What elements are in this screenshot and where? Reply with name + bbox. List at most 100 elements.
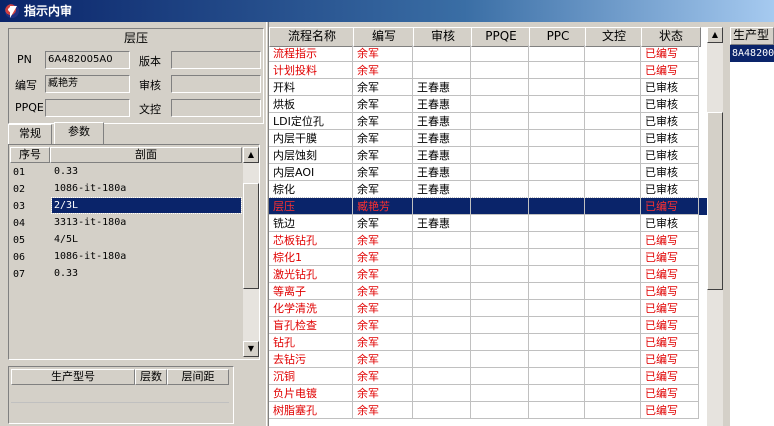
column-header-doc-control[interactable]: 文控 bbox=[585, 27, 643, 47]
table-row[interactable]: 内层AOI 余军 王春惠 已审核 bbox=[269, 164, 707, 181]
list-item[interactable]: 02 1086-it-180a bbox=[11, 181, 241, 198]
scroll-up-arrow-icon[interactable]: ▲ bbox=[243, 147, 259, 163]
table-row[interactable]: 烘板 余军 王春惠 已审核 bbox=[269, 96, 707, 113]
cell-writer: 余军 bbox=[353, 385, 413, 402]
model-table[interactable]: 生产型号 层数 层间距 bbox=[8, 366, 234, 424]
cell-reviewer: 王春惠 bbox=[413, 164, 471, 181]
cell-process-name: 计划投料 bbox=[269, 62, 353, 79]
table-row[interactable]: 计划投料 余军 已编写 bbox=[269, 62, 707, 79]
cell-ppc bbox=[529, 334, 585, 351]
scroll-down-arrow-icon[interactable]: ▼ bbox=[243, 341, 259, 357]
column-header-writer[interactable]: 编写 bbox=[353, 27, 415, 47]
cell-ppc bbox=[529, 164, 585, 181]
scroll-up-arrow-icon[interactable]: ▲ bbox=[707, 27, 723, 43]
table-row[interactable]: 盲孔检查 余军 已编写 bbox=[269, 317, 707, 334]
list-item[interactable]: 06 1086-it-180a bbox=[11, 249, 241, 266]
cell-ppqe bbox=[471, 215, 529, 232]
list-item[interactable]: 07 0.33 bbox=[11, 266, 241, 283]
column-header-ppqe[interactable]: PPQE bbox=[471, 27, 531, 47]
cell-writer: 余军 bbox=[353, 96, 413, 113]
cell-status: 已审核 bbox=[641, 181, 699, 198]
cell-status: 已编写 bbox=[641, 402, 699, 419]
title-bar[interactable]: 指示内审 bbox=[0, 0, 774, 22]
cell-doc-control bbox=[585, 147, 641, 164]
table-row[interactable]: 等离子 余军 已编写 bbox=[269, 283, 707, 300]
list-item[interactable]: 05 4/5L bbox=[11, 232, 241, 249]
table-row[interactable]: 内层干膜 余军 王春惠 已审核 bbox=[269, 130, 707, 147]
table-row[interactable]: 树脂塞孔 余军 已编写 bbox=[269, 402, 707, 419]
column-header-reviewer[interactable]: 审核 bbox=[413, 27, 473, 47]
table-row[interactable]: 负片电镀 余军 已编写 bbox=[269, 385, 707, 402]
list-item[interactable]: 03 2/3L bbox=[11, 197, 242, 215]
table-row[interactable]: 内层蚀刻 余军 王春惠 已审核 bbox=[269, 147, 707, 164]
list-item[interactable]: 01 0.33 bbox=[11, 164, 241, 181]
window-title: 指示内审 bbox=[24, 4, 73, 18]
cell-writer: 余军 bbox=[353, 249, 413, 266]
process-grid[interactable]: 流程名称 编写 审核 PPQE PPC 文控 状态 流程指示 余军 已编写 计划投料 余军 已编写 开料余… bbox=[269, 27, 707, 426]
column-header-layer-spacing[interactable]: 层间距 bbox=[167, 369, 229, 385]
table-row[interactable]: 去钻污 余军 已编写 bbox=[269, 351, 707, 368]
reviewer-field[interactable] bbox=[171, 75, 261, 93]
row-section: 0.33 bbox=[54, 166, 79, 177]
table-row[interactable]: 开料 余军 王春惠 已审核 bbox=[269, 79, 707, 96]
cell-process-name: 树脂塞孔 bbox=[269, 402, 353, 419]
cell-doc-control bbox=[585, 113, 641, 130]
table-row[interactable]: 钻孔 余军 已编写 bbox=[269, 334, 707, 351]
tab-parameters[interactable]: 参数 bbox=[54, 122, 104, 144]
doc-control-field[interactable] bbox=[171, 99, 261, 117]
cell-doc-control bbox=[585, 96, 641, 113]
table-row[interactable]: 棕化1 余军 已编写 bbox=[269, 249, 707, 266]
table-row[interactable]: 层压 臧艳芳 已编写 bbox=[269, 197, 707, 216]
list-item[interactable]: 04 3313-it-180a bbox=[11, 215, 241, 232]
column-header-layers[interactable]: 层数 bbox=[135, 369, 167, 385]
table-row[interactable]: 化学清洗 余军 已编写 bbox=[269, 300, 707, 317]
table-row[interactable]: LDI定位孔 余军 王春惠 已审核 bbox=[269, 113, 707, 130]
scrollbar-thumb[interactable] bbox=[707, 112, 723, 290]
cell-status: 已审核 bbox=[641, 96, 699, 113]
table-row[interactable]: 铣边 余军 王春惠 已审核 bbox=[269, 215, 707, 232]
cell-reviewer: 王春惠 bbox=[413, 181, 471, 198]
model-panel[interactable]: 生产型 8A48200 bbox=[730, 27, 774, 426]
cell-reviewer: 王春惠 bbox=[413, 79, 471, 96]
cell-status: 已审核 bbox=[641, 79, 699, 96]
column-header-no[interactable]: 序号 bbox=[10, 147, 50, 163]
scrollbar-thumb[interactable] bbox=[243, 183, 259, 289]
model-panel-header[interactable]: 生产型 bbox=[730, 27, 774, 45]
cell-process-name: 沉铜 bbox=[269, 368, 353, 385]
cell-process-name: 去钻污 bbox=[269, 351, 353, 368]
column-header-model[interactable]: 生产型号 bbox=[11, 369, 135, 385]
model-value[interactable]: 8A48200 bbox=[730, 45, 774, 62]
writer-field[interactable]: 臧艳芳 bbox=[45, 75, 130, 93]
cell-ppqe bbox=[471, 45, 529, 62]
tab-general[interactable]: 常规 bbox=[8, 124, 52, 144]
table-row[interactable]: 激光钻孔 余军 已编写 bbox=[269, 266, 707, 283]
cell-doc-control bbox=[585, 334, 641, 351]
cell-status: 已审核 bbox=[641, 215, 699, 232]
table-row[interactable] bbox=[11, 385, 229, 403]
cell-ppqe bbox=[471, 266, 529, 283]
version-field[interactable] bbox=[171, 51, 261, 69]
table-row[interactable]: 沉铜 余军 已编写 bbox=[269, 368, 707, 385]
cell-ppc bbox=[529, 351, 585, 368]
cell-ppc bbox=[529, 402, 585, 419]
pn-field[interactable]: 6A482005A0 bbox=[45, 51, 130, 69]
table-row[interactable]: 棕化 余军 王春惠 已审核 bbox=[269, 181, 707, 198]
cell-doc-control bbox=[585, 300, 641, 317]
ppqe-field[interactable] bbox=[45, 99, 130, 117]
version-label: 版本 bbox=[139, 55, 161, 68]
cell-ppc bbox=[529, 181, 585, 198]
cell-reviewer: 王春惠 bbox=[413, 130, 471, 147]
cell-ppc bbox=[529, 283, 585, 300]
profile-list[interactable]: 序号 剖面 01 0.33 02 1086-it-180a 03 2/3L 04 3313-i… bbox=[8, 144, 260, 360]
table-row[interactable]: 流程指示 余军 已编写 bbox=[269, 45, 707, 62]
cell-ppqe bbox=[471, 113, 529, 130]
column-header-section[interactable]: 剖面 bbox=[50, 147, 242, 163]
cell-writer: 余军 bbox=[353, 317, 413, 334]
column-header-process-name[interactable]: 流程名称 bbox=[269, 27, 355, 47]
pn-label: PN bbox=[17, 53, 32, 66]
cell-ppqe bbox=[471, 249, 529, 266]
column-header-ppc[interactable]: PPC bbox=[529, 27, 587, 47]
cell-reviewer: 王春惠 bbox=[413, 96, 471, 113]
column-header-status[interactable]: 状态 bbox=[641, 27, 701, 47]
table-row[interactable]: 芯板钻孔 余军 已编写 bbox=[269, 232, 707, 249]
